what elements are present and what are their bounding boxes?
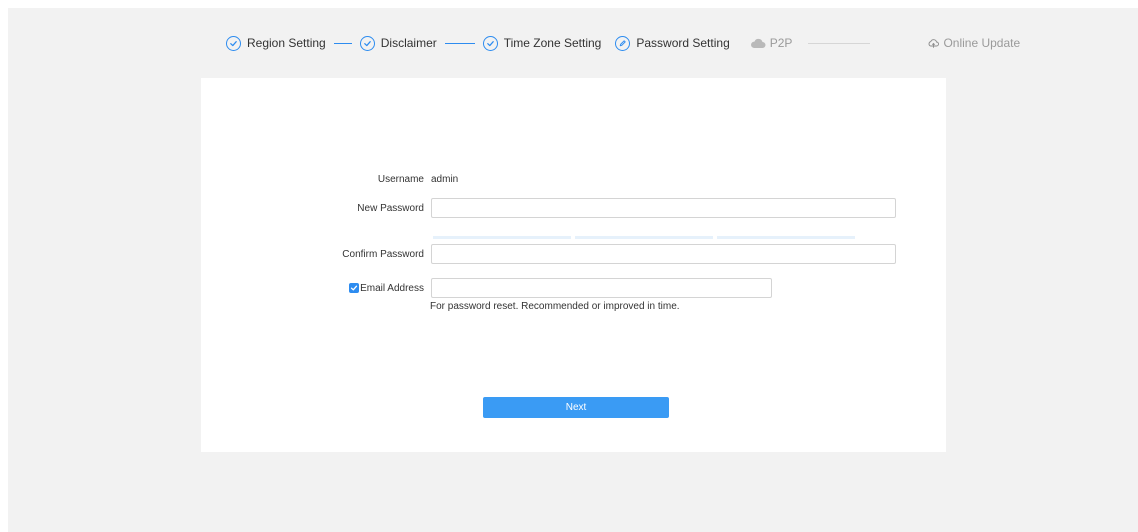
email-label-group: Email Address bbox=[201, 283, 431, 294]
strength-segment-medium bbox=[575, 236, 713, 239]
email-checkbox[interactable] bbox=[349, 283, 360, 293]
step-password-setting: Password Setting bbox=[615, 35, 730, 51]
confirm-password-row: Confirm Password bbox=[201, 244, 896, 264]
email-label: Email Address bbox=[360, 282, 424, 294]
step-connector bbox=[333, 42, 352, 44]
pencil-circle-icon bbox=[615, 35, 631, 51]
new-password-label: New Password bbox=[357, 202, 424, 214]
step-connector bbox=[808, 42, 871, 44]
password-strength-meter bbox=[433, 236, 855, 239]
email-hint-text: For password reset. Recommended or impro… bbox=[430, 301, 680, 312]
step-label: Online Update bbox=[943, 36, 1021, 50]
step-label: Region Setting bbox=[247, 36, 326, 50]
step-time-zone-setting: Time Zone Setting bbox=[482, 35, 602, 51]
update-icon bbox=[928, 38, 943, 49]
step-connector bbox=[444, 42, 475, 44]
username-value: admin bbox=[431, 173, 459, 185]
username-label: Username bbox=[377, 173, 424, 185]
check-circle-icon bbox=[482, 35, 498, 51]
step-online-update: Online Update bbox=[928, 36, 1020, 50]
next-button[interactable]: Next bbox=[483, 397, 669, 418]
checkmark-icon bbox=[350, 285, 358, 291]
step-p2p: P2P bbox=[750, 36, 793, 50]
step-label: P2P bbox=[769, 36, 793, 50]
step-label: Time Zone Setting bbox=[503, 36, 602, 50]
check-circle-icon bbox=[226, 35, 241, 51]
confirm-password-label: Confirm Password bbox=[342, 248, 424, 260]
email-row: Email Address bbox=[201, 278, 772, 298]
step-label: Password Setting bbox=[636, 36, 730, 50]
page-background: Region Setting Disclaimer Time Zone Sett… bbox=[8, 8, 1138, 532]
setup-stepper: Region Setting Disclaimer Time Zone Sett… bbox=[226, 34, 1020, 52]
step-region-setting: Region Setting bbox=[226, 35, 326, 51]
check-circle-icon bbox=[359, 35, 375, 51]
confirm-password-input[interactable] bbox=[431, 244, 896, 264]
new-password-row: New Password bbox=[201, 198, 896, 218]
step-disclaimer: Disclaimer bbox=[359, 35, 437, 51]
step-label: Disclaimer bbox=[380, 36, 437, 50]
username-row: Username admin bbox=[201, 171, 458, 187]
strength-segment-weak bbox=[433, 236, 571, 239]
new-password-input[interactable] bbox=[431, 198, 896, 218]
strength-segment-strong bbox=[717, 236, 855, 239]
email-address-input[interactable] bbox=[431, 278, 772, 298]
password-setting-card: Username admin New Password Confirm Pass… bbox=[201, 78, 946, 452]
cloud-icon bbox=[750, 38, 770, 49]
